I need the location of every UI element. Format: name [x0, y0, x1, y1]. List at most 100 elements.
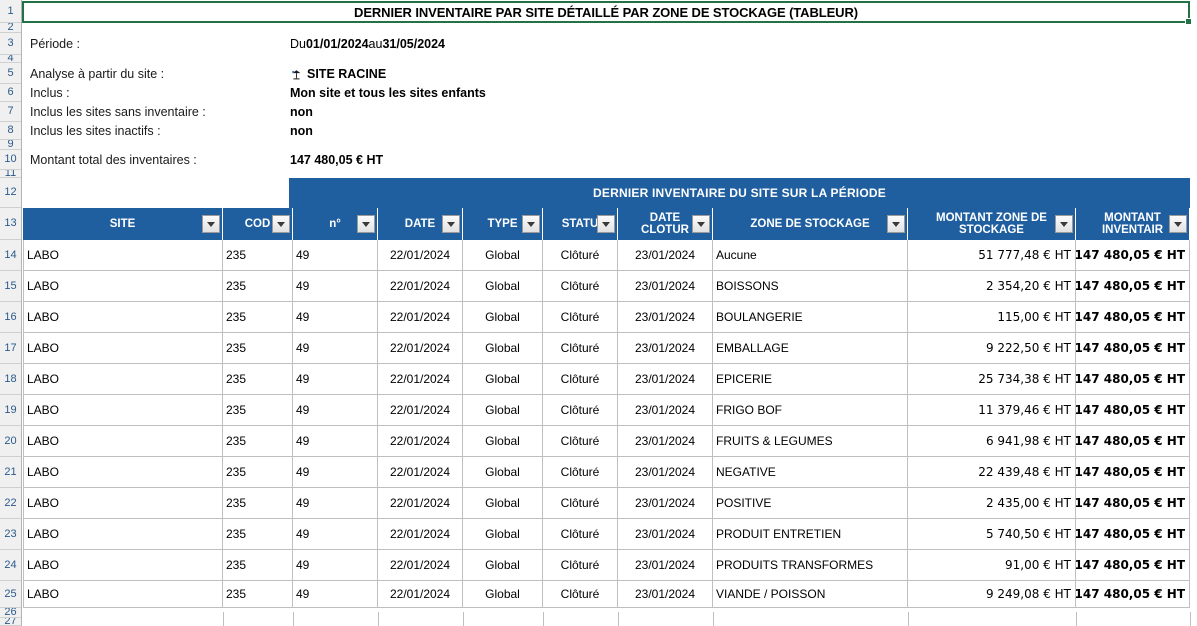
table-cell-num[interactable]: 49	[293, 550, 378, 581]
table-cell-code[interactable]: 235	[223, 271, 293, 302]
table-cell-montant_zone[interactable]: 11 379,46 € HT	[908, 395, 1076, 426]
table-cell-type[interactable]: Global	[463, 581, 543, 608]
table-cell-site[interactable]: LABO	[23, 426, 223, 457]
table-cell-montant_zone[interactable]: 25 734,38 € HT	[908, 364, 1076, 395]
table-cell-montant_zone[interactable]: 2 354,20 € HT	[908, 271, 1076, 302]
table-cell-statut[interactable]: Clôturé	[543, 488, 618, 519]
table-cell-code[interactable]: 235	[223, 302, 293, 333]
table-cell-montant_inventaire[interactable]: 147 480,05 € HT	[1076, 240, 1190, 271]
table-cell-montant_inventaire[interactable]: 147 480,05 € HT	[1076, 519, 1190, 550]
filter-dropdown-type[interactable]	[522, 215, 540, 233]
table-cell-num[interactable]: 49	[293, 271, 378, 302]
table-cell-date[interactable]: 22/01/2024	[378, 364, 463, 395]
table-cell-site[interactable]: LABO	[23, 271, 223, 302]
table-cell-zone[interactable]: POSITIVE	[713, 488, 908, 519]
table-cell-site[interactable]: LABO	[23, 550, 223, 581]
row-header-8[interactable]: 8	[0, 122, 21, 140]
filter-dropdown-date-cloture[interactable]	[692, 215, 710, 233]
table-cell-code[interactable]: 235	[223, 364, 293, 395]
table-cell-num[interactable]: 49	[293, 426, 378, 457]
table-cell-zone[interactable]: FRIGO BOF	[713, 395, 908, 426]
table-cell-date_cloture[interactable]: 23/01/2024	[618, 581, 713, 608]
row-header-24[interactable]: 24	[0, 550, 21, 581]
table-cell-type[interactable]: Global	[463, 302, 543, 333]
filter-dropdown-site[interactable]	[202, 215, 220, 233]
table-cell-statut[interactable]: Clôturé	[543, 240, 618, 271]
row-header-20[interactable]: 20	[0, 426, 21, 457]
selection-fill-handle[interactable]	[1185, 18, 1192, 25]
row-header-14[interactable]: 14	[0, 240, 21, 271]
table-cell-type[interactable]: Global	[463, 333, 543, 364]
table-cell-code[interactable]: 235	[223, 333, 293, 364]
row-header-11[interactable]: 11	[0, 170, 21, 178]
table-cell-site[interactable]: LABO	[23, 240, 223, 271]
table-cell-date_cloture[interactable]: 23/01/2024	[618, 395, 713, 426]
table-cell-date[interactable]: 22/01/2024	[378, 395, 463, 426]
table-cell-num[interactable]: 49	[293, 488, 378, 519]
table-cell-zone[interactable]: EPICERIE	[713, 364, 908, 395]
table-cell-montant_zone[interactable]: 51 777,48 € HT	[908, 240, 1076, 271]
table-cell-date_cloture[interactable]: 23/01/2024	[618, 426, 713, 457]
table-cell-statut[interactable]: Clôturé	[543, 333, 618, 364]
table-cell-date_cloture[interactable]: 23/01/2024	[618, 271, 713, 302]
table-cell-date_cloture[interactable]: 23/01/2024	[618, 333, 713, 364]
table-cell-code[interactable]: 235	[223, 519, 293, 550]
table-cell-type[interactable]: Global	[463, 519, 543, 550]
filter-dropdown-date[interactable]	[442, 215, 460, 233]
table-cell-code[interactable]: 235	[223, 240, 293, 271]
table-cell-site[interactable]: LABO	[23, 581, 223, 608]
table-cell-type[interactable]: Global	[463, 395, 543, 426]
table-cell-zone[interactable]: BOULANGERIE	[713, 302, 908, 333]
table-cell-statut[interactable]: Clôturé	[543, 395, 618, 426]
table-cell-montant_zone[interactable]: 2 435,00 € HT	[908, 488, 1076, 519]
table-cell-montant_inventaire[interactable]: 147 480,05 € HT	[1076, 488, 1190, 519]
table-cell-date[interactable]: 22/01/2024	[378, 271, 463, 302]
column-header-zone-de-stockage[interactable]: ZONE DE STOCKAGE	[713, 208, 908, 240]
table-cell-montant_inventaire[interactable]: 147 480,05 € HT	[1076, 457, 1190, 488]
table-cell-num[interactable]: 49	[293, 333, 378, 364]
row-header-19[interactable]: 19	[0, 395, 21, 426]
table-cell-zone[interactable]: BOISSONS	[713, 271, 908, 302]
column-header-site[interactable]: SITE	[23, 208, 223, 240]
row-header-23[interactable]: 23	[0, 519, 21, 550]
table-cell-montant_zone[interactable]: 115,00 € HT	[908, 302, 1076, 333]
table-cell-date[interactable]: 22/01/2024	[378, 550, 463, 581]
table-cell-montant_zone[interactable]: 22 439,48 € HT	[908, 457, 1076, 488]
row-header-15[interactable]: 15	[0, 271, 21, 302]
table-cell-type[interactable]: Global	[463, 240, 543, 271]
table-cell-montant_inventaire[interactable]: 147 480,05 € HT	[1076, 364, 1190, 395]
table-cell-montant_inventaire[interactable]: 147 480,05 € HT	[1076, 333, 1190, 364]
row-header-1[interactable]: 1	[0, 1, 21, 23]
table-cell-statut[interactable]: Clôturé	[543, 364, 618, 395]
row-header-12[interactable]: 12	[0, 178, 21, 208]
row-header-7[interactable]: 7	[0, 102, 21, 122]
table-cell-zone[interactable]: FRUITS & LEGUMES	[713, 426, 908, 457]
table-cell-date_cloture[interactable]: 23/01/2024	[618, 488, 713, 519]
row-header-16[interactable]: 16	[0, 302, 21, 333]
table-cell-montant_inventaire[interactable]: 147 480,05 € HT	[1076, 395, 1190, 426]
table-cell-type[interactable]: Global	[463, 364, 543, 395]
table-cell-date_cloture[interactable]: 23/01/2024	[618, 457, 713, 488]
table-cell-site[interactable]: LABO	[23, 519, 223, 550]
table-cell-num[interactable]: 49	[293, 457, 378, 488]
table-cell-num[interactable]: 49	[293, 519, 378, 550]
table-cell-zone[interactable]: PRODUITS TRANSFORMES	[713, 550, 908, 581]
filter-dropdown-montant-zone-de-stockage[interactable]	[1055, 215, 1073, 233]
table-cell-zone[interactable]: NEGATIVE	[713, 457, 908, 488]
table-cell-statut[interactable]: Clôturé	[543, 426, 618, 457]
table-cell-code[interactable]: 235	[223, 550, 293, 581]
row-header-6[interactable]: 6	[0, 84, 21, 102]
row-header-4[interactable]: 4	[0, 55, 21, 63]
table-cell-statut[interactable]: Clôturé	[543, 581, 618, 608]
table-cell-num[interactable]: 49	[293, 240, 378, 271]
row-header-22[interactable]: 22	[0, 488, 21, 519]
filter-dropdown-statut[interactable]	[597, 215, 615, 233]
table-cell-site[interactable]: LABO	[23, 457, 223, 488]
table-cell-site[interactable]: LABO	[23, 302, 223, 333]
row-header-9[interactable]: 9	[0, 140, 21, 150]
table-cell-montant_inventaire[interactable]: 147 480,05 € HT	[1076, 426, 1190, 457]
filter-dropdown-montant-inventaire[interactable]	[1169, 215, 1187, 233]
table-cell-num[interactable]: 49	[293, 395, 378, 426]
row-header-27[interactable]: 27	[0, 618, 21, 626]
table-cell-code[interactable]: 235	[223, 488, 293, 519]
